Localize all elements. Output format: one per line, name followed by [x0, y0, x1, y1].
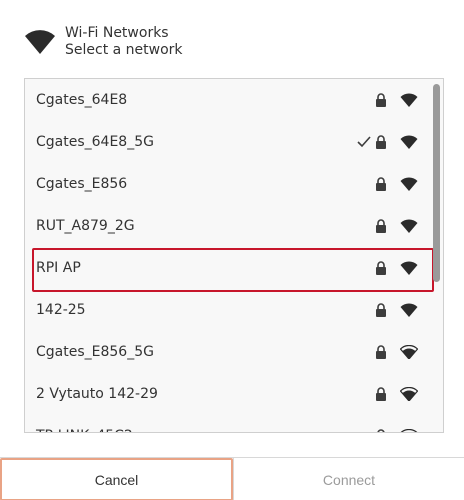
scrollbar-thumb[interactable]	[433, 84, 440, 282]
network-row[interactable]: Cgates_E856	[25, 163, 429, 205]
lock-icon	[376, 261, 386, 275]
network-ssid: Cgates_64E8_5G	[36, 134, 154, 150]
network-row[interactable]: 142-25	[25, 289, 429, 331]
dialog-subtitle: Select a network	[65, 42, 183, 58]
wifi-signal-icon	[400, 219, 418, 233]
network-list[interactable]: Cgates_64E8 Cgates_64E8_5G Cgates_E856 RUT_…	[24, 78, 444, 433]
network-row[interactable]: RPI AP	[25, 247, 434, 292]
wifi-signal-icon	[400, 387, 418, 401]
lock-icon	[376, 303, 386, 317]
wifi-signal-icon	[400, 93, 418, 107]
network-ssid: Cgates_E856_5G	[36, 344, 154, 360]
wifi-signal-icon	[400, 261, 418, 275]
wifi-signal-icon	[400, 135, 418, 149]
network-ssid: 142-25	[36, 302, 86, 318]
lock-icon	[376, 219, 386, 233]
network-ssid: TP-LINK_45C2	[36, 428, 133, 432]
wifi-signal-icon	[400, 177, 418, 191]
network-ssid: RPI AP	[36, 260, 81, 276]
cancel-button[interactable]: Cancel	[0, 458, 233, 500]
lock-icon	[376, 135, 386, 149]
dialog-title: Wi-Fi Networks	[65, 25, 169, 41]
network-row[interactable]: Cgates_64E8_5G	[25, 121, 429, 163]
check-icon	[357, 136, 371, 148]
network-ssid: Cgates_64E8	[36, 92, 128, 108]
connect-button[interactable]: Connect	[233, 458, 464, 500]
network-ssid: 2 Vytauto 142-29	[36, 386, 158, 402]
lock-icon	[376, 93, 386, 107]
network-ssid: Cgates_E856	[36, 176, 128, 192]
lock-icon	[376, 345, 386, 359]
network-row[interactable]: RUT_A879_2G	[25, 205, 429, 247]
wifi-signal-icon	[400, 345, 418, 359]
lock-icon	[376, 177, 386, 191]
lock-icon	[376, 387, 386, 401]
network-row[interactable]: Cgates_E856_5G	[25, 331, 429, 373]
button-bar: Cancel Connect	[0, 457, 464, 500]
network-row[interactable]: TP-LINK_45C2	[25, 415, 429, 432]
network-row[interactable]: 2 Vytauto 142-29	[25, 373, 429, 415]
wifi-signal-icon	[400, 303, 418, 317]
wifi-signal-icon	[400, 429, 418, 432]
network-row[interactable]: Cgates_64E8	[25, 79, 429, 121]
wifi-icon	[25, 30, 55, 54]
dialog-header: Wi-Fi Networks Select a network	[0, 0, 464, 78]
network-ssid: RUT_A879_2G	[36, 218, 135, 234]
lock-icon	[377, 429, 385, 432]
